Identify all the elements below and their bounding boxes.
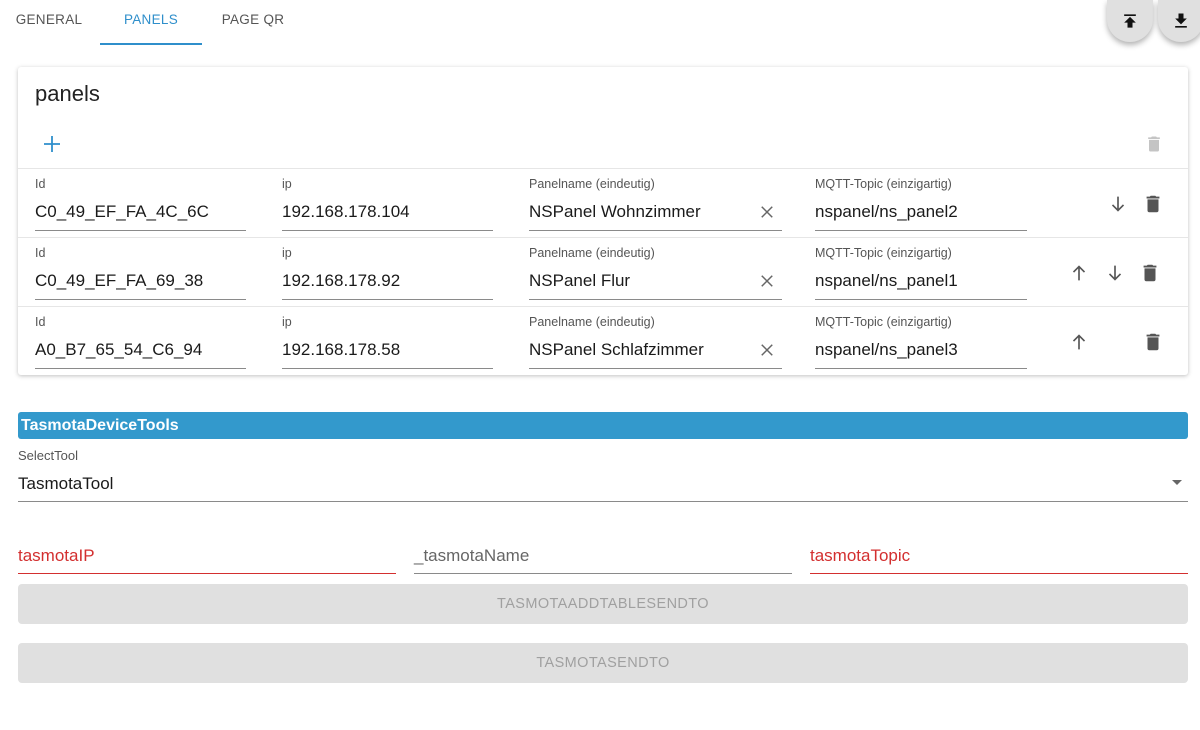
ip-value: 192.168.178.104	[282, 202, 410, 221]
id-value: C0_49_EF_FA_69_38	[35, 271, 204, 290]
upload-button[interactable]	[1107, 0, 1153, 42]
id-field[interactable]: Id C0_49_EF_FA_69_38	[35, 238, 246, 300]
id-label: Id	[35, 315, 46, 329]
ip-value: 192.168.178.92	[282, 271, 401, 290]
arrow-down-icon[interactable]	[1107, 193, 1129, 215]
ip-value: 192.168.178.58	[282, 340, 401, 359]
panelname-field[interactable]: Panelname (eindeutig) NSPanel Wohnzimmer	[529, 169, 782, 231]
id-value: A0_B7_65_54_C6_94	[35, 340, 203, 359]
mqtt-topic-label: MQTT-Topic (einzigartig)	[815, 246, 952, 260]
mqtt-topic-label: MQTT-Topic (einzigartig)	[815, 315, 952, 329]
arrow-up-icon[interactable]	[1068, 262, 1090, 284]
id-field[interactable]: Id A0_B7_65_54_C6_94	[35, 307, 246, 369]
tasmota-sendto-button[interactable]: TASMOTASENDTO	[18, 643, 1188, 683]
select-tool-dropdown[interactable]: TasmotaTool	[18, 466, 1188, 502]
panelname-label: Panelname (eindeutig)	[529, 315, 655, 329]
mqtt-topic-value: nspanel/ns_panel3	[815, 340, 958, 359]
clear-icon[interactable]	[758, 272, 776, 290]
panel-row: Id C0_49_EF_FA_69_38 ip 192.168.178.92 P…	[18, 237, 1188, 306]
panelname-label: Panelname (eindeutig)	[529, 177, 655, 191]
trash-icon[interactable]	[1144, 133, 1164, 155]
panelname-label: Panelname (eindeutig)	[529, 246, 655, 260]
mqtt-topic-label: MQTT-Topic (einzigartig)	[815, 177, 952, 191]
upload-icon	[1124, 14, 1136, 28]
panels-card: panels Id C0_49_EF_FA_4C_6C ip 192.168.1…	[18, 67, 1188, 375]
clear-icon[interactable]	[758, 203, 776, 221]
clear-icon[interactable]	[758, 341, 776, 359]
ip-field[interactable]: ip 192.168.178.92	[282, 238, 493, 300]
mqtt-topic-value: nspanel/ns_panel2	[815, 202, 958, 221]
ip-label: ip	[282, 315, 292, 329]
tasmota-ip-input[interactable]: tasmotaIP	[18, 536, 396, 574]
select-tool-label: SelectTool	[18, 448, 78, 463]
add-icon[interactable]	[40, 132, 64, 156]
trash-icon[interactable]	[1139, 262, 1161, 284]
panelname-value: NSPanel Flur	[529, 271, 631, 290]
select-tool-value: TasmotaTool	[18, 474, 114, 493]
tab-page-qr[interactable]: PAGE QR	[202, 0, 304, 44]
panelname-value: NSPanel Schlafzimmer	[529, 340, 704, 359]
ip-field[interactable]: ip 192.168.178.104	[282, 169, 493, 231]
mqtt-topic-field[interactable]: MQTT-Topic (einzigartig) nspanel/ns_pane…	[815, 169, 1027, 231]
tools-header: TasmotaDeviceTools	[18, 412, 1188, 439]
arrow-up-icon[interactable]	[1068, 331, 1090, 353]
card-title: panels	[35, 81, 100, 106]
panelname-field[interactable]: Panelname (eindeutig) NSPanel Flur	[529, 238, 782, 300]
id-label: Id	[35, 177, 46, 191]
caret-down-icon	[1172, 480, 1182, 485]
tasmota-topic-placeholder: tasmotaTopic	[810, 546, 911, 565]
mqtt-topic-value: nspanel/ns_panel1	[815, 271, 958, 290]
panelname-field[interactable]: Panelname (eindeutig) NSPanel Schlafzimm…	[529, 307, 782, 369]
trash-icon[interactable]	[1142, 331, 1164, 353]
arrow-down-icon[interactable]	[1104, 262, 1126, 284]
tasmota-name-placeholder: _tasmotaName	[414, 546, 530, 565]
panel-row: Id C0_49_EF_FA_4C_6C ip 192.168.178.104 …	[18, 168, 1188, 237]
mqtt-topic-field[interactable]: MQTT-Topic (einzigartig) nspanel/ns_pane…	[815, 238, 1027, 300]
tasmota-addtable-sendto-button[interactable]: TASMOTAADDTABLESENDTO	[18, 584, 1188, 624]
id-field[interactable]: Id C0_49_EF_FA_4C_6C	[35, 169, 246, 231]
tab-general[interactable]: GENERAL	[0, 0, 98, 44]
ip-label: ip	[282, 246, 292, 260]
panel-row: Id A0_B7_65_54_C6_94 ip 192.168.178.58 P…	[18, 306, 1188, 375]
tasmota-ip-placeholder: tasmotaIP	[18, 546, 95, 565]
mqtt-topic-field[interactable]: MQTT-Topic (einzigartig) nspanel/ns_pane…	[815, 307, 1027, 369]
panelname-value: NSPanel Wohnzimmer	[529, 202, 701, 221]
download-button[interactable]	[1158, 0, 1200, 42]
id-label: Id	[35, 246, 46, 260]
tab-panels[interactable]: PANELS	[100, 0, 202, 45]
ip-label: ip	[282, 177, 292, 191]
trash-icon[interactable]	[1142, 193, 1164, 215]
tasmota-topic-input[interactable]: tasmotaTopic	[810, 536, 1188, 574]
ip-field[interactable]: ip 192.168.178.58	[282, 307, 493, 369]
download-icon	[1175, 13, 1187, 28]
id-value: C0_49_EF_FA_4C_6C	[35, 202, 209, 221]
tab-bar: GENERAL PANELS PAGE QR	[0, 0, 304, 46]
tasmota-name-input[interactable]: _tasmotaName	[414, 536, 792, 574]
